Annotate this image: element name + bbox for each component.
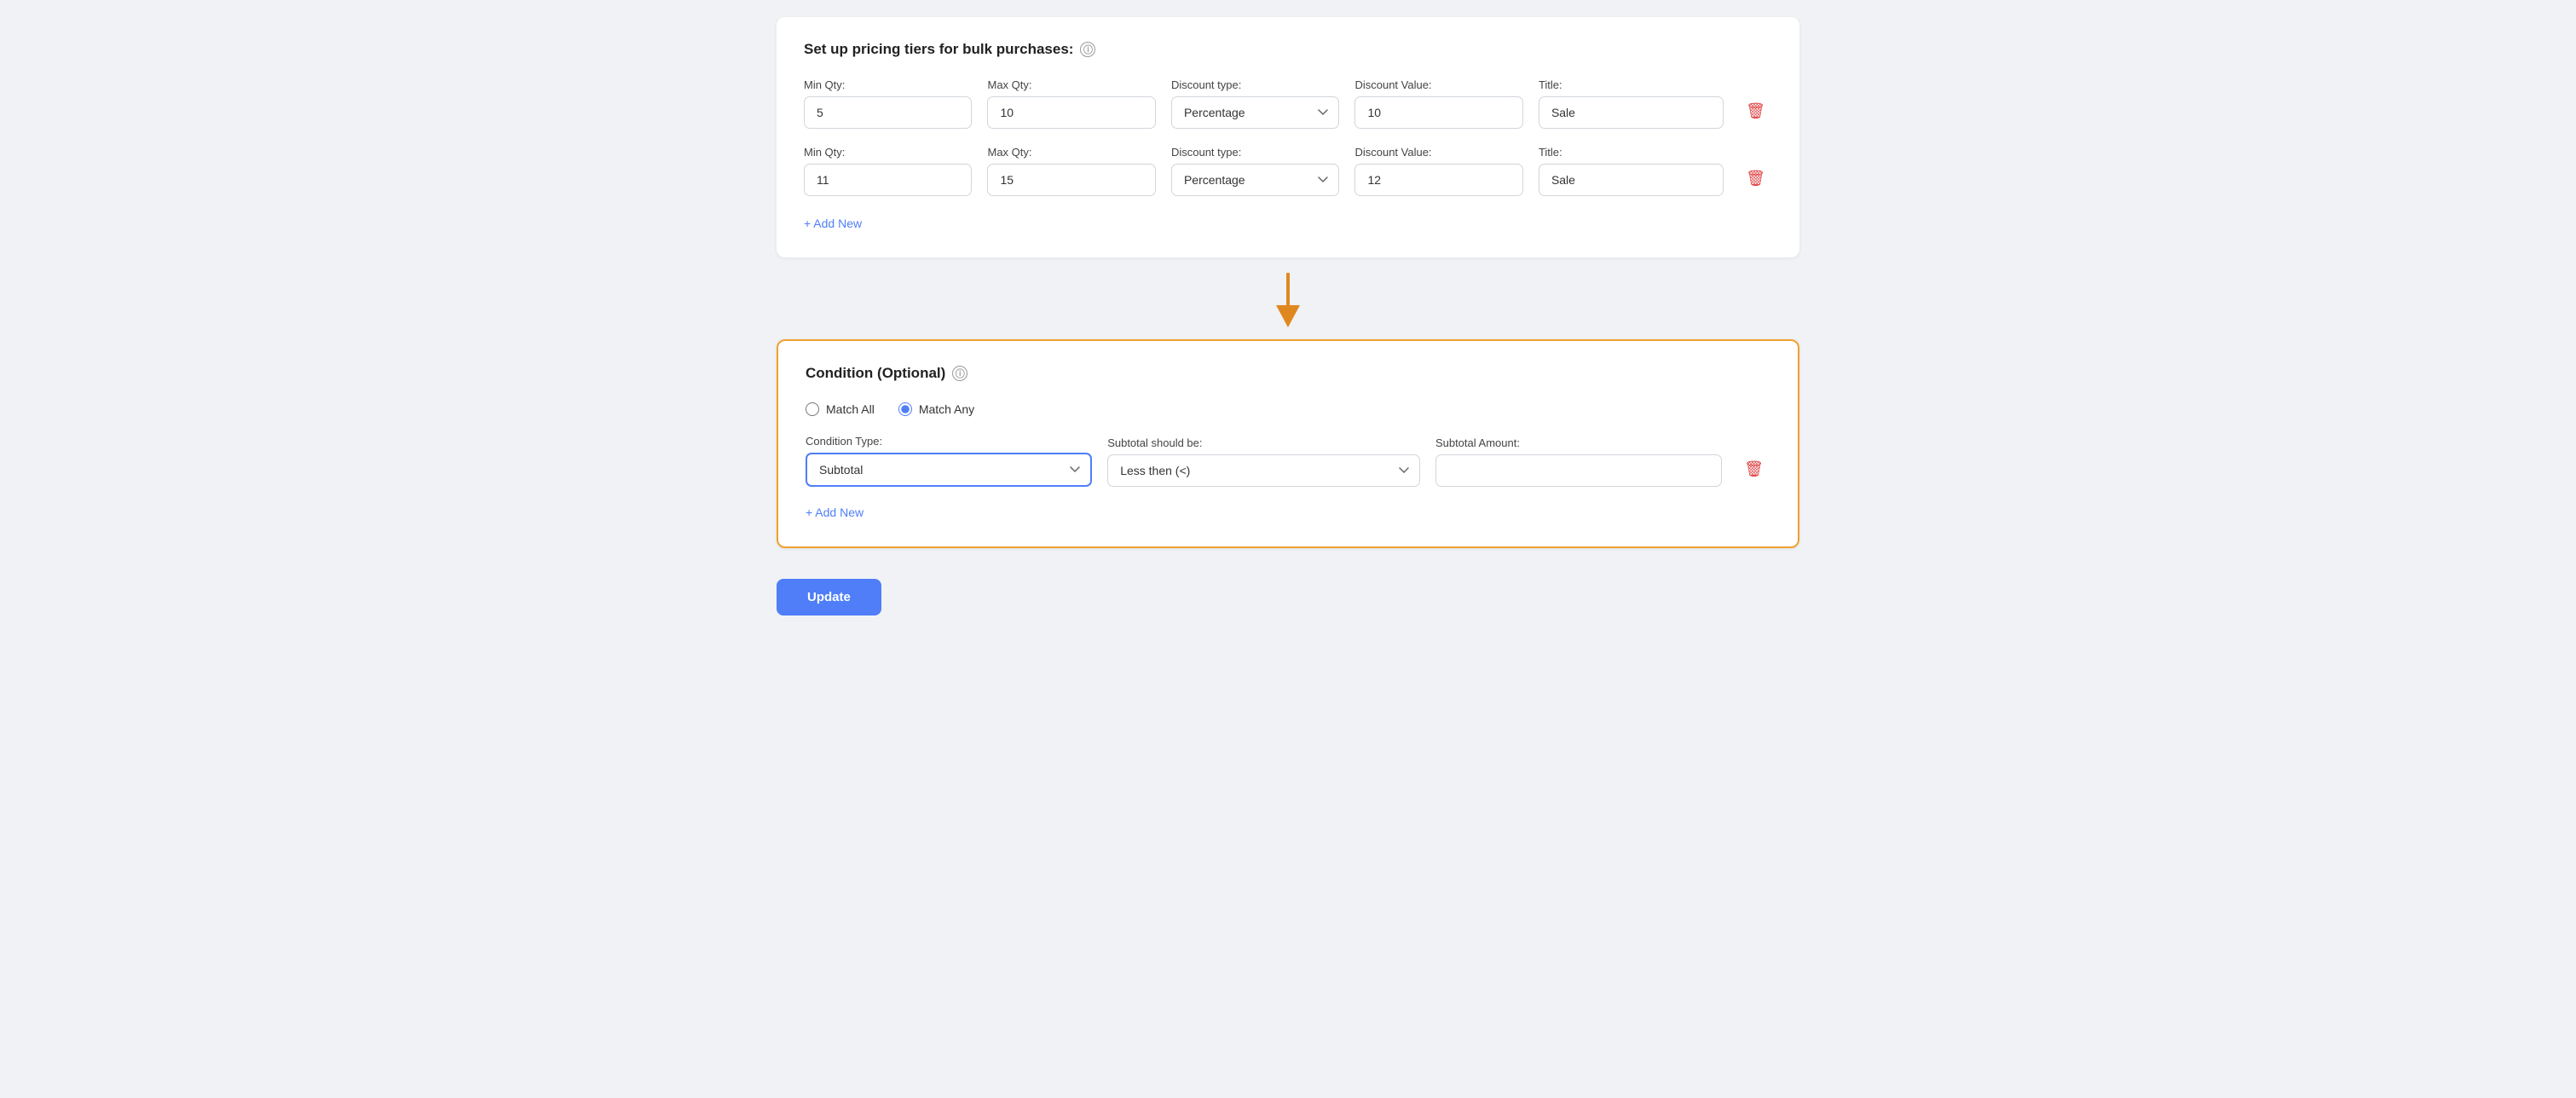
title-input-2[interactable] [1539, 164, 1724, 196]
title-group-2: Title: [1539, 146, 1724, 196]
discount-type-label-1: Discount type: [1171, 78, 1339, 91]
discount-type-select-1[interactable]: Percentage Fixed [1171, 96, 1339, 129]
condition-add-new-label: + Add New [806, 506, 863, 519]
delete-button-2[interactable]: 🗑 [1739, 163, 1772, 194]
pricing-row-1-fields: Min Qty: Max Qty: Discount type: Percent… [804, 78, 1772, 129]
title-label-1: Title: [1539, 78, 1724, 91]
discount-type-group-2: Discount type: Percentage Fixed [1171, 146, 1339, 196]
max-qty-group-1: Max Qty: [987, 78, 1155, 129]
pricing-row-1: Min Qty: Max Qty: Discount type: Percent… [804, 78, 1772, 129]
match-all-label-text: Match All [826, 402, 875, 416]
max-qty-label-2: Max Qty: [987, 146, 1155, 159]
pricing-card-title: Set up pricing tiers for bulk purchases:… [804, 41, 1772, 58]
condition-card: Condition (Optional) ⓘ Match All Match A… [777, 339, 1799, 548]
subtotal-amount-label: Subtotal Amount: [1435, 436, 1722, 449]
pricing-add-new-button[interactable]: + Add New [804, 213, 862, 234]
match-any-radio[interactable] [898, 402, 912, 416]
discount-value-label-2: Discount Value: [1354, 146, 1522, 159]
trash-icon-1: 🗑 [1746, 102, 1765, 120]
min-qty-input-1[interactable] [804, 96, 972, 129]
discount-value-input-1[interactable] [1354, 96, 1522, 129]
subtotal-should-select-wrapper: Less then (<) Greater than (>) Equal to … [1107, 454, 1420, 487]
pricing-title-text: Set up pricing tiers for bulk purchases: [804, 41, 1073, 58]
condition-type-select[interactable]: Subtotal Quantity [806, 453, 1092, 487]
pricing-add-new-label: + Add New [804, 217, 862, 230]
discount-value-input-2[interactable] [1354, 164, 1522, 196]
title-input-1[interactable] [1539, 96, 1724, 129]
condition-type-label: Condition Type: [806, 435, 1092, 448]
max-qty-group-2: Max Qty: [987, 146, 1155, 196]
match-any-radio-label[interactable]: Match Any [898, 402, 974, 416]
min-qty-label-1: Min Qty: [804, 78, 972, 91]
condition-card-title: Condition (Optional) ⓘ [806, 365, 1770, 382]
discount-value-label-1: Discount Value: [1354, 78, 1522, 91]
condition-info-icon[interactable]: ⓘ [952, 366, 967, 381]
subtotal-amount-group: Subtotal Amount: [1435, 436, 1722, 487]
condition-type-group: Condition Type: Subtotal Quantity [806, 435, 1092, 487]
trash-icon-2: 🗑 [1746, 170, 1765, 188]
update-button-label: Update [807, 590, 851, 604]
min-qty-group-1: Min Qty: [804, 78, 972, 129]
update-button[interactable]: Update [777, 579, 881, 615]
delete-button-1[interactable]: 🗑 [1739, 95, 1772, 127]
discount-value-group-1: Discount Value: [1354, 78, 1522, 129]
pricing-row-2: Min Qty: Max Qty: Discount type: Percent… [804, 146, 1772, 196]
condition-trash-icon: 🗑 [1744, 460, 1764, 478]
down-arrow-icon [1273, 273, 1303, 327]
discount-type-group-1: Discount type: Percentage Fixed [1171, 78, 1339, 129]
max-qty-input-1[interactable] [987, 96, 1155, 129]
min-qty-label-2: Min Qty: [804, 146, 972, 159]
condition-title-text: Condition (Optional) [806, 365, 945, 382]
subtotal-should-label: Subtotal should be: [1107, 436, 1420, 449]
condition-delete-button[interactable]: 🗑 [1737, 454, 1770, 485]
pricing-info-icon[interactable]: ⓘ [1080, 42, 1095, 57]
arrow-container [777, 257, 1799, 339]
max-qty-input-2[interactable] [987, 164, 1155, 196]
pricing-row-2-fields: Min Qty: Max Qty: Discount type: Percent… [804, 146, 1772, 196]
condition-type-select-wrapper: Subtotal Quantity [806, 453, 1092, 487]
discount-type-select-2[interactable]: Percentage Fixed [1171, 164, 1339, 196]
pricing-tiers-card: Set up pricing tiers for bulk purchases:… [777, 17, 1799, 257]
match-all-radio-label[interactable]: Match All [806, 402, 875, 416]
subtotal-should-select[interactable]: Less then (<) Greater than (>) Equal to … [1107, 454, 1420, 487]
condition-add-new-button[interactable]: + Add New [806, 502, 863, 523]
discount-type-select-wrapper-1: Percentage Fixed [1171, 96, 1339, 129]
discount-value-group-2: Discount Value: [1354, 146, 1522, 196]
title-group-1: Title: [1539, 78, 1724, 129]
match-any-label-text: Match Any [919, 402, 974, 416]
page-wrapper: Set up pricing tiers for bulk purchases:… [777, 17, 1799, 615]
min-qty-group-2: Min Qty: [804, 146, 972, 196]
subtotal-should-group: Subtotal should be: Less then (<) Greate… [1107, 436, 1420, 487]
condition-fields-row: Condition Type: Subtotal Quantity Subtot… [806, 435, 1770, 487]
match-all-radio[interactable] [806, 402, 819, 416]
subtotal-amount-input[interactable] [1435, 454, 1722, 487]
discount-type-label-2: Discount type: [1171, 146, 1339, 159]
title-label-2: Title: [1539, 146, 1724, 159]
max-qty-label-1: Max Qty: [987, 78, 1155, 91]
min-qty-input-2[interactable] [804, 164, 972, 196]
discount-type-select-wrapper-2: Percentage Fixed [1171, 164, 1339, 196]
radio-group: Match All Match Any [806, 402, 1770, 416]
